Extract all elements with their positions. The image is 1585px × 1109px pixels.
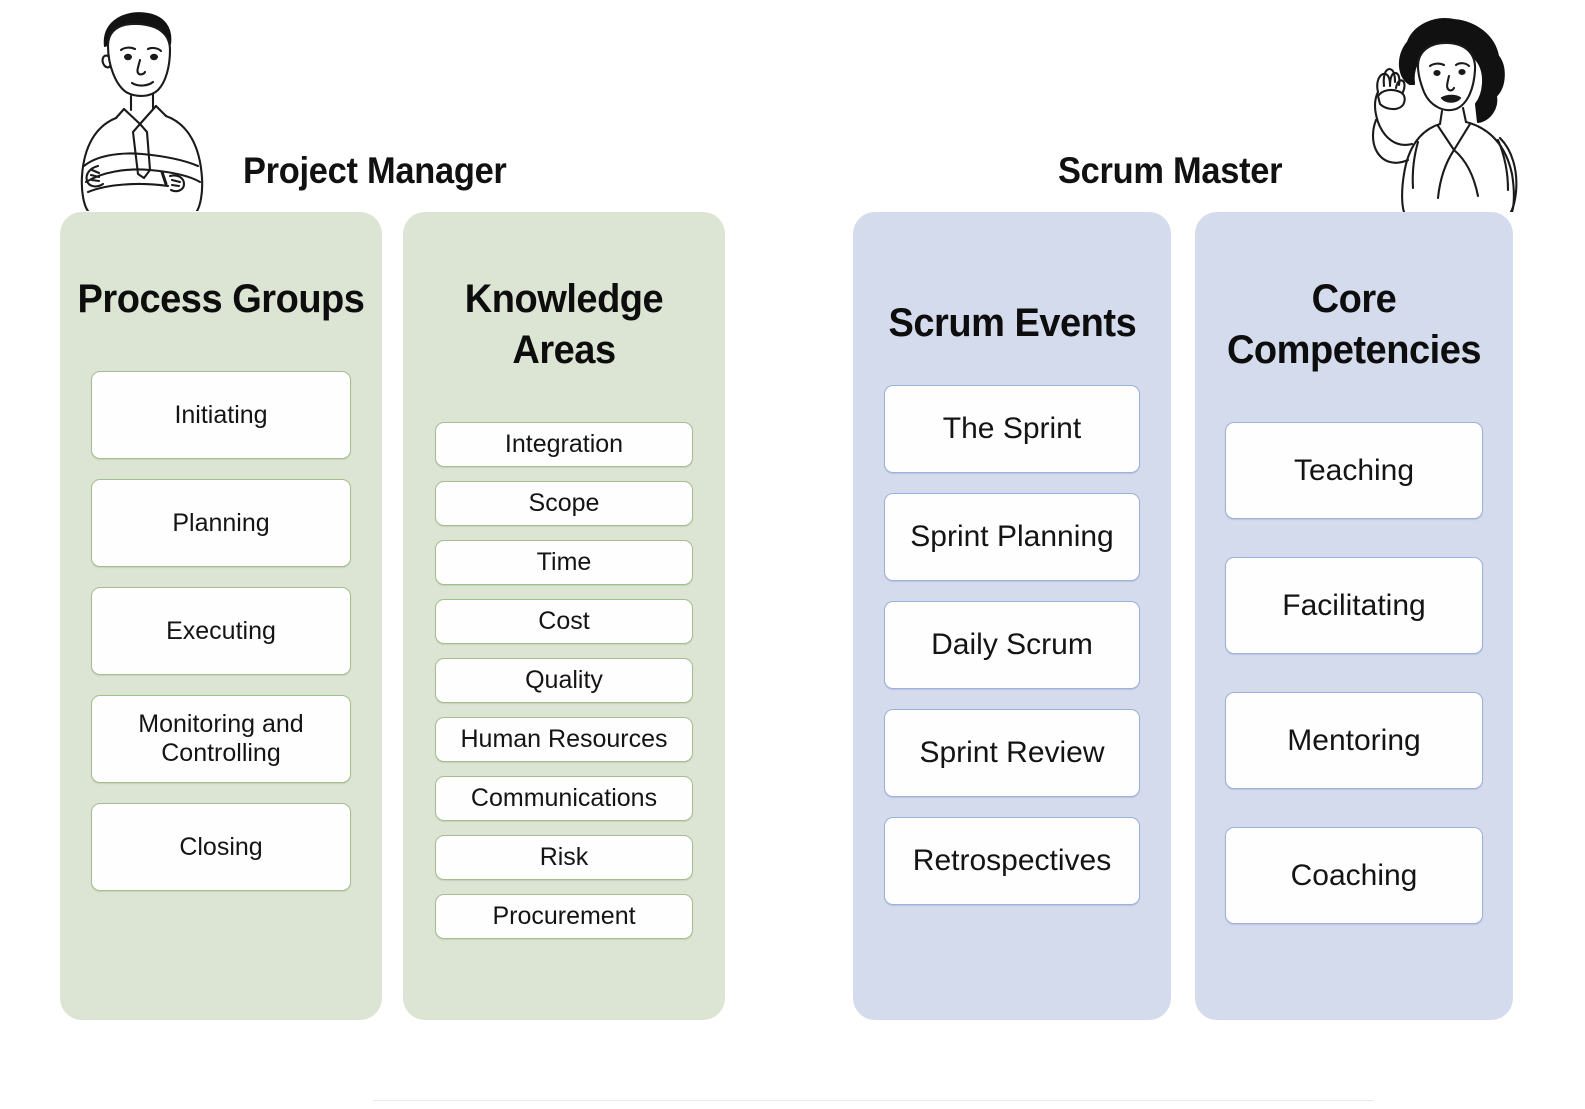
panel-heading-process-groups: Process Groups [77, 277, 365, 321]
person-raised-hand-icon [1350, 12, 1535, 214]
list-item[interactable]: The Sprint [884, 385, 1140, 474]
list-item[interactable]: Retrospectives [884, 817, 1140, 906]
list-item[interactable]: Facilitating [1225, 557, 1483, 655]
panel-process-groups: Process Groups Initiating Planning Execu… [60, 212, 382, 1020]
list-item[interactable]: Integration [435, 422, 693, 468]
panel-heading-scrum-events: Scrum Events [888, 301, 1136, 345]
diagram-canvas: Project Manager Process Groups Initiatin… [0, 0, 1585, 1109]
list-item[interactable]: Communications [435, 776, 693, 822]
panel-heading-knowledge-areas: Knowledge Areas [464, 277, 664, 373]
list-item[interactable]: Human Resources [435, 717, 693, 763]
list-item[interactable]: Sprint Planning [884, 493, 1140, 582]
list-item[interactable]: Time [435, 540, 693, 586]
card-list-core-competencies: Teaching Facilitating Mentoring Coaching [1195, 422, 1513, 962]
list-item[interactable]: Coaching [1225, 827, 1483, 925]
list-item[interactable]: Mentoring [1225, 692, 1483, 790]
card-list-knowledge-areas: Integration Scope Time Cost Quality Huma… [403, 422, 725, 953]
list-item[interactable]: Scope [435, 481, 693, 527]
list-item[interactable]: Planning [91, 479, 351, 568]
list-item[interactable]: Daily Scrum [884, 601, 1140, 690]
list-item[interactable]: Quality [435, 658, 693, 704]
role-title-scrum-master: Scrum Master [1058, 150, 1283, 191]
list-item[interactable]: Risk [435, 835, 693, 881]
panel-core-competencies: Core Competencies Teaching Facilitating … [1195, 212, 1513, 1020]
list-item[interactable]: Monitoring and Controlling [91, 695, 351, 784]
list-item[interactable]: Teaching [1225, 422, 1483, 520]
card-list-scrum-events: The Sprint Sprint Planning Daily Scrum S… [853, 385, 1171, 925]
panel-scrum-events: Scrum Events The Sprint Sprint Planning … [853, 212, 1171, 1020]
list-item[interactable]: Sprint Review [884, 709, 1140, 798]
panel-knowledge-areas: Knowledge Areas Integration Scope Time C… [403, 212, 725, 1020]
list-item[interactable]: Procurement [435, 894, 693, 940]
list-item[interactable]: Initiating [91, 371, 351, 460]
bottom-divider [373, 1100, 1373, 1101]
role-title-project-manager: Project Manager [243, 150, 507, 191]
person-arms-crossed-icon [58, 6, 218, 213]
card-list-process-groups: Initiating Planning Executing Monitoring… [60, 371, 382, 911]
list-item[interactable]: Executing [91, 587, 351, 676]
list-item[interactable]: Cost [435, 599, 693, 645]
panel-heading-core-competencies: Core Competencies [1226, 277, 1482, 373]
list-item[interactable]: Closing [91, 803, 351, 892]
